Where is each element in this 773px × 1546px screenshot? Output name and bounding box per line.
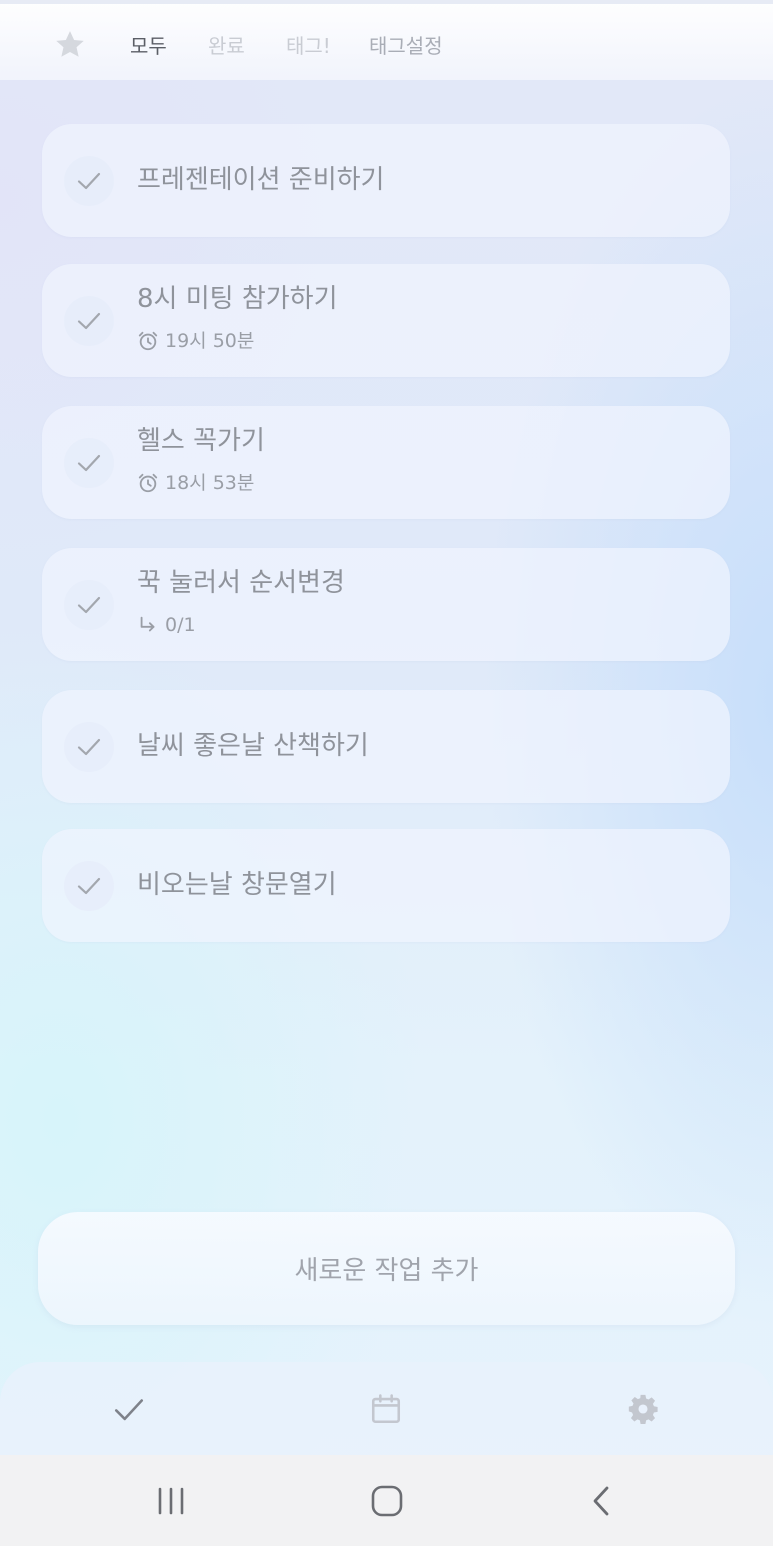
recent-apps-icon[interactable]: [153, 1483, 189, 1519]
task-title: 프레젠테이션 준비하기: [137, 165, 385, 195]
task-title: 꾹 눌러서 순서변경: [137, 568, 345, 598]
task-reminder: 19시 50분: [137, 328, 254, 354]
check-icon: [77, 877, 101, 895]
task-title: 비오는날 창문열기: [137, 870, 337, 900]
reminder-time: 19시 50분: [165, 330, 255, 352]
task-reminder: 18시 53분: [137, 470, 254, 496]
star-icon[interactable]: [53, 28, 87, 62]
alarm-icon: [138, 331, 158, 351]
complete-toggle[interactable]: [64, 438, 114, 488]
calendar-icon[interactable]: [369, 1392, 403, 1426]
reminder-time: 18시 53분: [165, 472, 255, 494]
complete-toggle[interactable]: [64, 156, 114, 206]
task-card[interactable]: 비오는날 창문열기: [42, 829, 730, 942]
complete-toggle[interactable]: [64, 861, 114, 911]
home-icon[interactable]: [369, 1483, 405, 1519]
bottom-tab-bar: [0, 1362, 773, 1462]
task-card[interactable]: 헬스 꼭가기 18시 53분: [42, 406, 730, 519]
check-icon[interactable]: [112, 1392, 146, 1426]
gear-icon[interactable]: [626, 1392, 660, 1426]
tab-all[interactable]: 모두: [130, 32, 167, 60]
task-title: 헬스 꼭가기: [137, 426, 265, 456]
task-card[interactable]: 꾹 눌러서 순서변경 0/1: [42, 548, 730, 661]
complete-toggle[interactable]: [64, 296, 114, 346]
alarm-icon: [138, 473, 158, 493]
subtask-progress: 0/1: [137, 612, 196, 638]
add-task-label: 새로운 작업 추가: [294, 1256, 479, 1286]
task-card[interactable]: 8시 미팅 참가하기 19시 50분: [42, 264, 730, 377]
add-task-button[interactable]: 새로운 작업 추가: [38, 1212, 735, 1325]
tab-tag-settings[interactable]: 태그설정: [369, 32, 443, 60]
subtask-count: 0/1: [165, 614, 196, 636]
check-icon: [77, 738, 101, 756]
tab-tag[interactable]: 태그!: [286, 32, 331, 60]
subtask-arrow-icon: [140, 616, 155, 632]
task-card[interactable]: 프레젠테이션 준비하기: [42, 124, 730, 237]
filter-bar: 모두 완료 태그! 태그설정: [0, 0, 773, 80]
system-navigation-bar: [0, 1455, 773, 1546]
task-title: 날씨 좋은날 산책하기: [137, 731, 369, 761]
task-title: 8시 미팅 참가하기: [137, 284, 338, 314]
complete-toggle[interactable]: [64, 722, 114, 772]
complete-toggle[interactable]: [64, 580, 114, 630]
check-icon: [77, 454, 101, 472]
back-icon[interactable]: [584, 1483, 620, 1519]
tab-completed[interactable]: 완료: [208, 32, 245, 60]
task-card[interactable]: 날씨 좋은날 산책하기: [42, 690, 730, 803]
check-icon: [77, 596, 101, 614]
check-icon: [77, 172, 101, 190]
check-icon: [77, 312, 101, 330]
